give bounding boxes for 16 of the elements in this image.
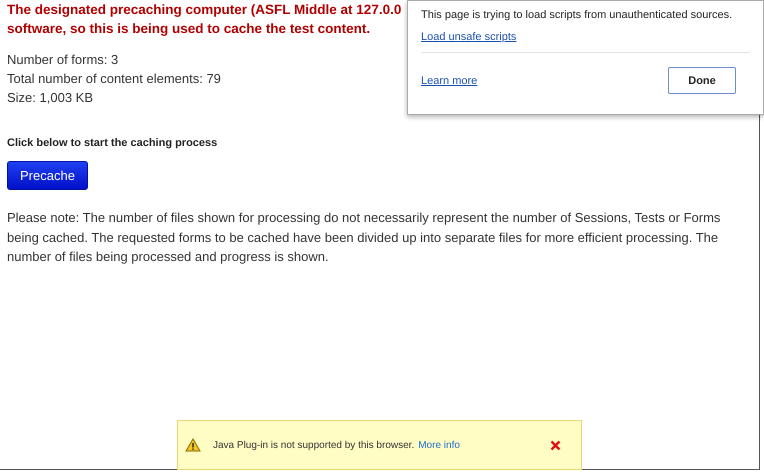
warning-icon <box>185 438 201 452</box>
plugin-message: Java Plug-in is not supported by this browser. <box>213 440 414 450</box>
close-icon[interactable] <box>550 440 561 450</box>
precache-button[interactable]: Precache <box>7 161 88 190</box>
stat-text: Size: 1,003 KB <box>7 89 93 107</box>
note-text: Please note: The number of files shown for processing do not necessarily represent the number of Sessions, Tests or Forms being cached. The requested forms to be cached have been divided up into separate files for more efficient processing. The number of files being processed and progress is shown. <box>7 209 722 266</box>
warning-heading: software, so this is being used to cache the test content. <box>7 20 370 38</box>
load-scripts-link[interactable]: Load unsafe scripts <box>421 31 516 43</box>
learn-more-link[interactable]: Learn more <box>421 74 478 86</box>
popup-message: This page is trying to load scripts from unauthenticated sources. <box>421 9 734 21</box>
more-info-link[interactable]: More info <box>418 440 460 450</box>
instruction-text: Click below to start the caching process <box>7 137 218 149</box>
warning-heading: The designated precaching computer (ASFL Middle at 127.0.0 <box>7 1 402 19</box>
stat-text: Number of forms: 3 <box>7 51 118 69</box>
stat-text: Total number of content elements: 79 <box>7 70 221 88</box>
done-button[interactable]: Done <box>668 67 736 94</box>
